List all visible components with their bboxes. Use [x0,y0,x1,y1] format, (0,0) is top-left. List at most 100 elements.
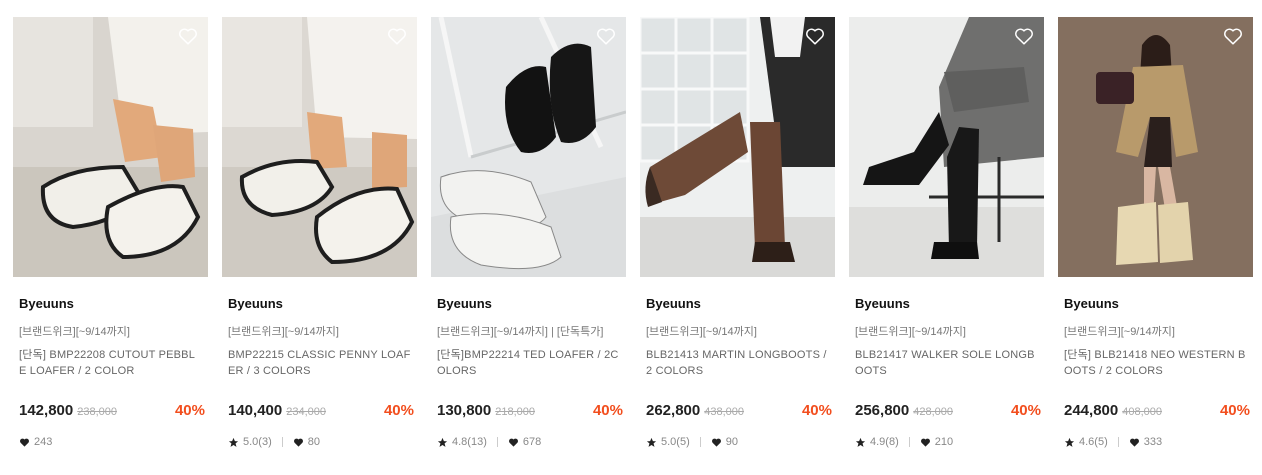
product-card[interactable]: Byeuuns [브랜드위크][~9/14까지] BLB21417 WALKER… [849,17,1044,449]
product-price: 244,800 [1064,402,1119,419]
star-icon [1064,437,1075,448]
heart-icon [1129,437,1140,448]
heart-icon[interactable] [1222,25,1244,47]
product-image[interactable] [13,17,208,277]
star-icon [437,437,448,448]
heart-icon [293,437,304,448]
product-image[interactable] [849,17,1044,277]
likes-count: 90 [725,436,738,448]
product-price: 142,800 [19,402,74,419]
product-price: 256,800 [855,402,910,419]
original-price: 438,000 [704,406,744,418]
original-price: 408,000 [1122,406,1162,418]
heart-icon[interactable] [386,25,408,47]
product-image[interactable] [640,17,835,277]
divider [699,437,701,447]
product-name[interactable]: BLB21413 MARTIN LONGBOOTS / 2 COLORS [640,347,835,379]
product-brand[interactable]: Byeuuns [849,296,1044,312]
likes-count: 210 [934,436,954,448]
product-promo: [브랜드위크][~9/14까지] [855,326,966,338]
product-meta: 4.8(13) 678 [431,435,626,449]
divider [1117,437,1119,447]
divider [496,437,498,447]
likes: 333 [1129,436,1162,448]
product-brand[interactable]: Byeuuns [640,296,835,312]
product-brand[interactable]: Byeuuns [13,296,208,312]
product-brand[interactable]: Byeuuns [222,296,417,312]
likes-count: 333 [1143,436,1163,448]
likes: 678 [508,436,541,448]
heart-icon[interactable] [1013,25,1035,47]
likes-count: 678 [522,436,542,448]
product-meta: 4.6(5) 333 [1058,435,1253,449]
original-price: 234,000 [286,406,326,418]
heart-icon[interactable] [595,25,617,47]
discount-rate: 40% [174,402,205,419]
product-card[interactable]: Byeuuns [브랜드위크][~9/14까지] [단독] BMP22208 C… [13,17,208,449]
heart-icon [19,437,30,448]
rating: 5.0(5) [646,436,690,448]
product-price: 130,800 [437,402,492,419]
price-row: 256,800 428,000 40% [849,402,1044,422]
rating-value: 4.9(8) [870,436,899,448]
original-price: 238,000 [77,406,117,418]
rating: 4.9(8) [855,436,899,448]
product-name[interactable]: BLB21417 WALKER SOLE LONGBOOTS [849,347,1044,379]
rating-value: 5.0(3) [243,436,272,448]
likes: 90 [711,436,738,448]
likes: 243 [19,436,52,448]
product-meta: 5.0(3) 80 [222,435,417,449]
discount-rate: 40% [592,402,623,419]
price-row: 262,800 438,000 40% [640,402,835,422]
likes: 210 [920,436,953,448]
rating: 4.6(5) [1064,436,1108,448]
likes-count: 80 [307,436,320,448]
star-icon [228,437,239,448]
original-price: 218,000 [495,406,535,418]
heart-icon [711,437,722,448]
discount-rate: 40% [1010,402,1041,419]
price-row: 140,400 234,000 40% [222,402,417,422]
star-icon [646,437,657,448]
rating-value: 4.6(5) [1079,436,1108,448]
product-name[interactable]: [단독]BMP22214 TED LOAFER / 2COLORS [431,347,626,379]
rating: 4.8(13) [437,436,487,448]
product-card[interactable]: Byeuuns [브랜드위크][~9/14까지] BMP22215 CLASSI… [222,17,417,449]
divider [908,437,910,447]
discount-rate: 40% [383,402,414,419]
product-price: 262,800 [646,402,701,419]
product-name[interactable]: BMP22215 CLASSIC PENNY LOAFER / 3 COLORS [222,347,417,379]
product-card[interactable]: Byeuuns [브랜드위크][~9/14까지] BLB21413 MARTIN… [640,17,835,449]
product-promo: [브랜드위크][~9/14까지] [19,326,130,338]
price-row: 130,800 218,000 40% [431,402,626,422]
product-name[interactable]: [단독] BLB21418 NEO WESTERN BOOTS / 2 COLO… [1058,347,1253,379]
discount-rate: 40% [1219,402,1250,419]
product-meta: 4.9(8) 210 [849,435,1044,449]
product-image[interactable] [222,17,417,277]
product-meta: 243 [13,435,208,449]
product-promo: [브랜드위크][~9/14까지] | [단독특가] [437,326,604,338]
heart-icon[interactable] [804,25,826,47]
product-image[interactable] [431,17,626,277]
likes: 80 [293,436,320,448]
heart-icon [508,437,519,448]
product-card[interactable]: Byeuuns [브랜드위크][~9/14까지] | [단독특가] [단독]BM… [431,17,626,449]
price-row: 244,800 408,000 40% [1058,402,1253,422]
likes-count: 243 [34,436,53,448]
product-name[interactable]: [단독] BMP22208 CUTOUT PEBBLE LOAFER / 2 c… [13,347,208,379]
divider [281,437,283,447]
rating-value: 4.8(13) [452,436,487,448]
product-image[interactable] [1058,17,1253,277]
product-grid: Byeuuns [브랜드위크][~9/14까지] [단독] BMP22208 C… [13,17,1253,449]
product-promo: [브랜드위크][~9/14까지] [646,326,757,338]
original-price: 428,000 [913,406,953,418]
heart-icon [920,437,931,448]
product-meta: 5.0(5) 90 [640,435,835,449]
product-card[interactable]: Byeuuns [브랜드위크][~9/14까지] [단독] BLB21418 N… [1058,17,1253,449]
product-brand[interactable]: Byeuuns [431,296,626,312]
star-icon [855,437,866,448]
product-brand[interactable]: Byeuuns [1058,296,1253,312]
product-promo: [브랜드위크][~9/14까지] [1064,326,1175,338]
product-price: 140,400 [228,402,283,419]
heart-icon[interactable] [177,25,199,47]
